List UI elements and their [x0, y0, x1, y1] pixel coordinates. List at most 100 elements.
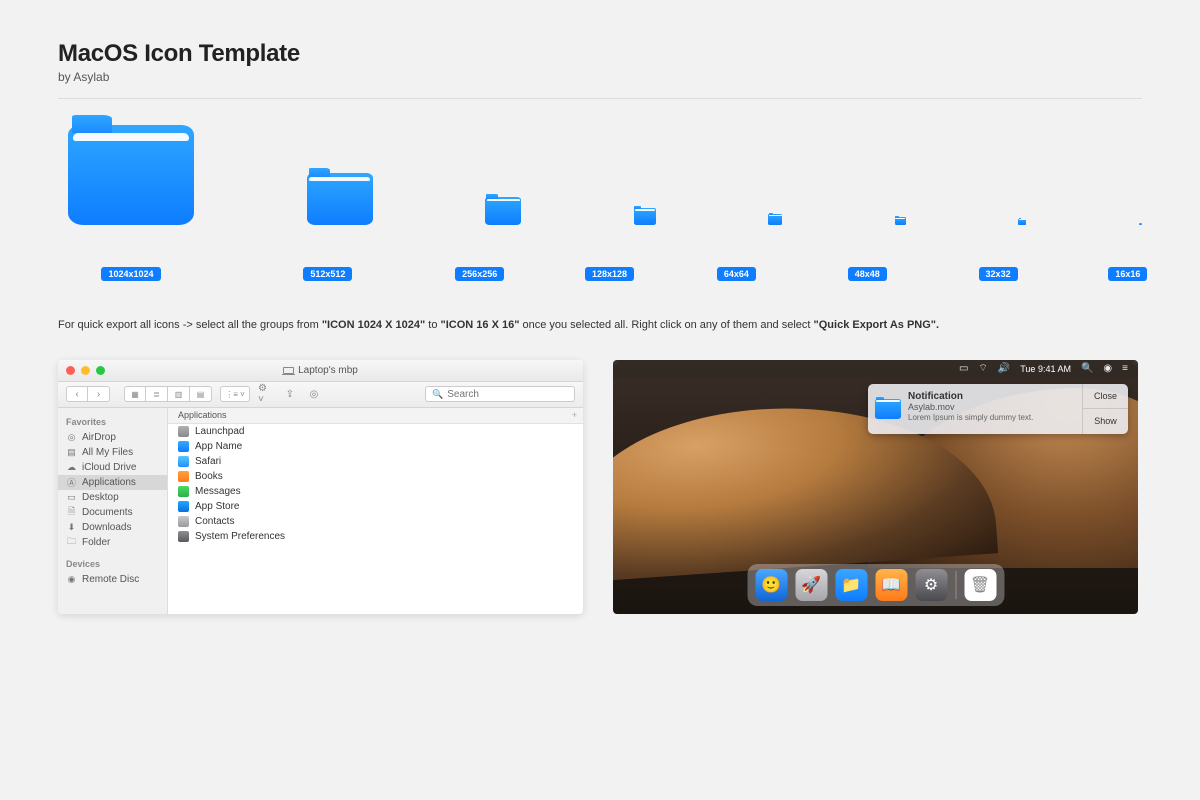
menubar-clock[interactable]: Tue 9:41 AM: [1020, 364, 1071, 374]
tags-button[interactable]: ◎: [306, 386, 322, 402]
view-icons-button[interactable]: ▦: [124, 386, 146, 402]
size-badge: 16x16: [1108, 267, 1147, 281]
sidebar-item-folder[interactable]: 🗀Folder: [58, 535, 167, 550]
view-gallery-button[interactable]: ▤: [190, 386, 212, 402]
cloud-icon: ☁: [66, 462, 77, 473]
wifi-icon[interactable]: ⌔: [978, 362, 987, 375]
search-input[interactable]: [447, 389, 568, 400]
size-badge: 128x128: [585, 267, 634, 281]
search-field[interactable]: 🔍: [425, 386, 575, 402]
sidebar-item-applications[interactable]: ⒶApplications: [58, 475, 167, 490]
list-item[interactable]: Launchpad: [168, 424, 583, 439]
desktop-preview: ▭ ⌔ 🔊 Tue 9:41 AM 🔍 ◉ ≡ Notification Asy…: [613, 360, 1138, 614]
folder-icon: [895, 217, 906, 225]
folder-icon: [485, 197, 521, 225]
notifications-icon[interactable]: ≡: [1122, 363, 1128, 374]
size-badge: 32x32: [979, 267, 1018, 281]
list-item[interactable]: Contacts: [168, 514, 583, 529]
notification-close-button[interactable]: Close: [1083, 384, 1128, 410]
folder-icon: 🗀: [66, 537, 77, 548]
spotlight-icon[interactable]: 🔍: [1081, 363, 1093, 374]
dock-folder-icon[interactable]: 📁: [835, 569, 867, 601]
notification-body: Lorem Ipsum is simply dummy text.: [908, 413, 1076, 422]
dock-finder-icon[interactable]: 🙂: [755, 569, 787, 601]
icon-sizes-row: [58, 125, 1142, 225]
action-button[interactable]: ⚙︎ ˅: [258, 386, 274, 402]
contacts-icon: [178, 516, 189, 527]
finder-window: Laptop's mbp ‹ › ▦ ≣ ▥ ▤ ⋮≡ ˅ ⚙︎ ˅ ⇪ ◎: [58, 360, 583, 614]
dock-trash-icon[interactable]: 🗑: [964, 569, 996, 601]
dock-books-icon[interactable]: 📖: [875, 569, 907, 601]
byline: by Asylab: [58, 70, 1142, 84]
menubar: ▭ ⌔ 🔊 Tue 9:41 AM 🔍 ◉ ≡: [613, 360, 1138, 378]
folder-icon: [68, 125, 194, 225]
sidebar-item-icloud[interactable]: ☁iCloud Drive: [58, 460, 167, 475]
add-column-icon[interactable]: +: [572, 410, 577, 420]
list-item[interactable]: App Store: [168, 499, 583, 514]
sidebar-header-devices: Devices: [58, 556, 167, 572]
sidebar-header-favorites: Favorites: [58, 414, 167, 430]
volume-icon[interactable]: 🔊: [998, 363, 1010, 374]
folder-icon: [634, 208, 656, 225]
notification-show-button[interactable]: Show: [1083, 409, 1128, 434]
laptop-icon: [283, 367, 294, 374]
search-icon: 🔍: [432, 389, 443, 400]
dock-launchpad-icon[interactable]: 🚀: [795, 569, 827, 601]
books-icon: [178, 471, 189, 482]
export-instructions: For quick export all icons -> select all…: [58, 317, 1142, 334]
list-item[interactable]: Messages: [168, 484, 583, 499]
allfiles-icon: ▤: [66, 447, 77, 458]
siri-icon[interactable]: ◉: [1103, 363, 1112, 374]
list-item[interactable]: Safari: [168, 454, 583, 469]
airplay-icon[interactable]: ▭: [959, 363, 968, 374]
notification-title: Notification: [908, 391, 1076, 402]
safari-icon: [178, 456, 189, 467]
list-item[interactable]: App Name: [168, 439, 583, 454]
view-columns-button[interactable]: ▥: [168, 386, 190, 402]
sidebar-item-remotedisc[interactable]: ◉Remote Disc: [58, 572, 167, 587]
documents-icon: 🗎: [66, 507, 77, 518]
dock-separator: [955, 571, 956, 599]
view-list-button[interactable]: ≣: [146, 386, 168, 402]
folder-icon: [875, 399, 901, 419]
arrange-dropdown[interactable]: ⋮≡ ˅: [220, 386, 250, 402]
airdrop-icon: ◎: [66, 432, 77, 443]
size-badge: 48x48: [848, 267, 887, 281]
messages-icon: [178, 486, 189, 497]
sysprefs-icon: [178, 531, 189, 542]
folder-icon: [307, 173, 373, 225]
applications-icon: Ⓐ: [66, 477, 77, 488]
size-badges-row: 1024x1024 512x512 256x256 128x128 64x64 …: [58, 267, 1142, 281]
page-title: MacOS Icon Template: [58, 40, 1142, 68]
window-title: Laptop's mbp: [58, 365, 583, 376]
column-header[interactable]: Applications+: [168, 408, 583, 424]
sidebar-item-documents[interactable]: 🗎Documents: [58, 505, 167, 520]
notification-banner[interactable]: Notification Asylab.mov Lorem Ipsum is s…: [868, 384, 1128, 434]
sidebar-item-airdrop[interactable]: ◎AirDrop: [58, 430, 167, 445]
folder-icon: [178, 441, 189, 452]
launchpad-icon: [178, 426, 189, 437]
desktop-icon: ▭: [66, 492, 77, 503]
dock: 🙂 🚀 📁 📖 ⚙︎ 🗑: [747, 564, 1004, 606]
sidebar-item-desktop[interactable]: ▭Desktop: [58, 490, 167, 505]
list-item[interactable]: System Preferences: [168, 529, 583, 544]
size-badge: 1024x1024: [101, 267, 160, 281]
dock-settings-icon[interactable]: ⚙︎: [915, 569, 947, 601]
list-item[interactable]: Books: [168, 469, 583, 484]
notification-subtitle: Asylab.mov: [908, 402, 1076, 412]
folder-icon: [1139, 223, 1142, 225]
back-button[interactable]: ‹: [66, 386, 88, 402]
size-badge: 512x512: [303, 267, 352, 281]
divider: [58, 98, 1142, 99]
folder-icon: [1018, 219, 1026, 225]
downloads-icon: ⬇: [66, 522, 77, 533]
sidebar-item-downloads[interactable]: ⬇Downloads: [58, 520, 167, 535]
disc-icon: ◉: [66, 574, 77, 585]
share-button[interactable]: ⇪: [282, 386, 298, 402]
forward-button[interactable]: ›: [88, 386, 110, 402]
finder-sidebar: Favorites ◎AirDrop ▤All My Files ☁iCloud…: [58, 408, 168, 614]
finder-content: Applications+ Launchpad App Name Safari …: [168, 408, 583, 614]
sidebar-item-allmyfiles[interactable]: ▤All My Files: [58, 445, 167, 460]
folder-icon: [768, 214, 782, 225]
size-badge: 64x64: [717, 267, 756, 281]
